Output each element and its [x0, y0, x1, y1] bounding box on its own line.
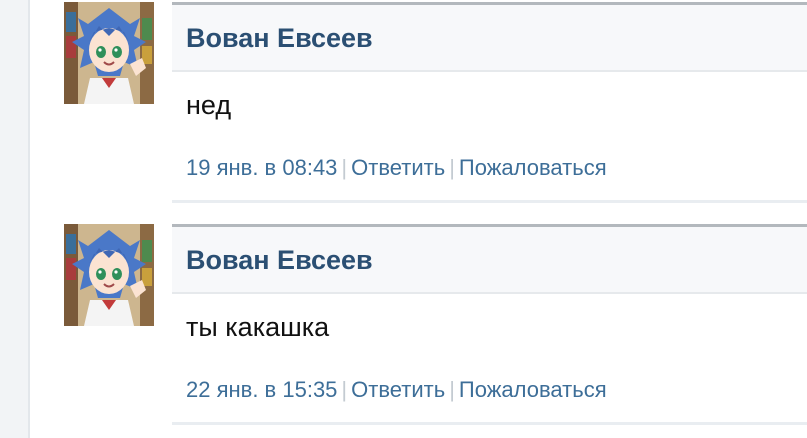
comment-header: Вован Евсеев [172, 2, 807, 70]
avatar[interactable] [64, 224, 154, 326]
comment-meta: 19 янв. в 08:43 | Ответить | Пожаловаться [186, 155, 607, 181]
meta-separator: | [341, 155, 348, 180]
comment-meta: 22 янв. в 15:35 | Ответить | Пожаловаться [186, 377, 607, 403]
avatar[interactable] [64, 2, 154, 104]
comment-text: ты какашка [186, 312, 330, 342]
divider [172, 292, 807, 294]
report-button[interactable]: Пожаловаться [459, 377, 607, 402]
divider [172, 200, 807, 203]
divider [172, 422, 807, 425]
report-button[interactable]: Пожаловаться [459, 155, 607, 180]
anime-girl-avatar-icon [64, 224, 154, 326]
author-name-link[interactable]: Вован Евсеев [186, 23, 373, 54]
reply-button[interactable]: Ответить [351, 377, 445, 402]
anime-girl-avatar-icon [64, 2, 154, 104]
comment-item: Вован Евсеев ты какашка 22 янв. в 15:35 |… [64, 224, 807, 430]
comment-text: нед [186, 90, 232, 120]
comment-date-link[interactable]: 22 янв. в 15:35 [186, 377, 337, 402]
comment-item: Вован Евсеев нед 19 янв. в 08:43 | Ответит… [64, 2, 807, 208]
meta-separator: | [341, 377, 348, 402]
reply-button[interactable]: Ответить [351, 155, 445, 180]
meta-separator: | [449, 155, 455, 180]
thread-indent-line [0, 0, 30, 438]
author-name-link[interactable]: Вован Евсеев [186, 245, 373, 276]
comment-date-link[interactable]: 19 янв. в 08:43 [186, 155, 337, 180]
divider [172, 70, 807, 72]
comments-thread: Вован Евсеев нед 19 янв. в 08:43 | Ответит… [0, 0, 807, 438]
comment-header: Вован Евсеев [172, 224, 807, 292]
meta-separator: | [449, 377, 455, 402]
